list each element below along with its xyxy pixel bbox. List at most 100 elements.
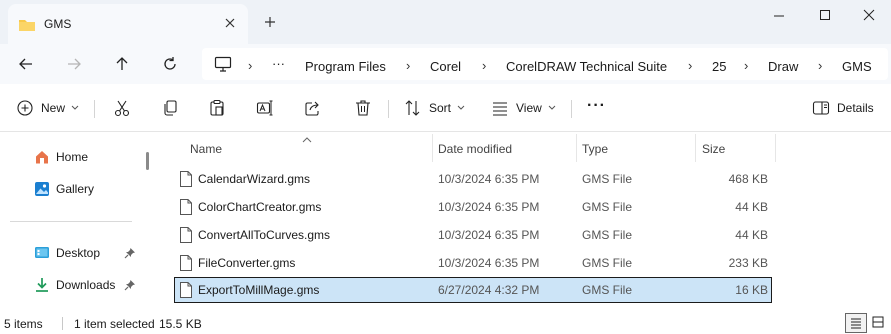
refresh-icon[interactable] bbox=[160, 54, 180, 74]
sidebar-item-downloads[interactable]: Downloads bbox=[0, 271, 140, 299]
command-bar: New Sort View ··· Details bbox=[0, 84, 891, 132]
breadcrumb-gms[interactable]: GMS bbox=[842, 59, 872, 74]
file-size: 44 KB bbox=[735, 228, 768, 242]
file-size: 233 KB bbox=[728, 256, 768, 270]
title-bar: GMS bbox=[0, 0, 891, 44]
new-tab-icon[interactable] bbox=[262, 14, 278, 30]
details-pane-icon bbox=[812, 99, 830, 117]
file-row[interactable]: ColorChartCreator.gms 10/3/2024 6:35 PM … bbox=[174, 194, 772, 220]
file-name: ExportToMillMage.gms bbox=[198, 283, 320, 297]
selection-count: 1 item selected bbox=[74, 317, 155, 331]
status-bar: 5 items 1 item selected 15.5 KB bbox=[0, 312, 891, 334]
chevron-down-icon bbox=[457, 105, 465, 111]
home-icon bbox=[34, 149, 50, 165]
sidebar-item-label: Gallery bbox=[56, 182, 95, 196]
back-icon[interactable] bbox=[16, 54, 36, 74]
column-header-date[interactable]: Date modified bbox=[438, 142, 512, 156]
cut-button[interactable] bbox=[113, 98, 131, 118]
file-name: ConvertAllToCurves.gms bbox=[198, 228, 331, 242]
plus-circle-icon bbox=[16, 99, 34, 117]
column-divider[interactable] bbox=[695, 134, 696, 162]
address-row: › ··· Program Files › Corel › CorelDRAW … bbox=[0, 44, 891, 84]
address-bar[interactable]: › ··· Program Files › Corel › CorelDRAW … bbox=[202, 48, 888, 80]
file-type: GMS File bbox=[582, 228, 633, 242]
file-row-selected[interactable]: ExportToMillMage.gms 6/27/2024 4:32 PM G… bbox=[174, 277, 772, 303]
sidebar-item-home[interactable]: Home bbox=[0, 143, 140, 171]
sort-icon bbox=[404, 99, 422, 117]
breadcrumb-corel[interactable]: Corel bbox=[430, 59, 461, 74]
file-type: GMS File bbox=[582, 200, 633, 214]
gallery-icon bbox=[34, 181, 50, 197]
toolbar-divider bbox=[94, 100, 95, 118]
file-size: 468 KB bbox=[728, 172, 768, 186]
file-list: Name Date modified Type Size CalendarWiz… bbox=[160, 132, 891, 312]
sort-label: Sort bbox=[429, 101, 452, 115]
monitor-icon[interactable] bbox=[214, 56, 232, 75]
share-button[interactable] bbox=[304, 98, 322, 118]
sidebar-item-label: Desktop bbox=[56, 246, 101, 260]
breadcrumb-overflow[interactable]: ··· bbox=[272, 56, 285, 71]
sidebar-item-label: Downloads bbox=[56, 278, 116, 292]
minimize-icon[interactable] bbox=[768, 6, 790, 26]
details-view-button[interactable] bbox=[845, 313, 867, 333]
file-icon bbox=[180, 171, 192, 190]
sidebar-divider bbox=[10, 221, 132, 222]
sidebar-scrollbar[interactable] bbox=[146, 152, 149, 170]
more-button[interactable]: ··· bbox=[587, 96, 606, 116]
breadcrumb-program-files[interactable]: Program Files bbox=[305, 59, 386, 74]
file-name: CalendarWizard.gms bbox=[198, 172, 311, 186]
file-row[interactable]: CalendarWizard.gms 10/3/2024 6:35 PM GMS… bbox=[174, 166, 772, 192]
pin-icon[interactable] bbox=[124, 247, 136, 262]
rename-icon bbox=[256, 99, 274, 117]
tiles-view-button[interactable] bbox=[868, 313, 890, 333]
file-row[interactable]: ConvertAllToCurves.gms 10/3/2024 6:35 PM… bbox=[174, 222, 772, 248]
breadcrumb-separator: › bbox=[248, 58, 253, 73]
close-window-icon[interactable] bbox=[858, 6, 880, 26]
file-date: 10/3/2024 6:35 PM bbox=[438, 200, 540, 214]
sort-button[interactable]: Sort bbox=[404, 98, 465, 118]
column-divider[interactable] bbox=[432, 134, 433, 162]
chevron-down-icon bbox=[71, 105, 79, 111]
copy-button[interactable] bbox=[161, 98, 179, 118]
file-name: FileConverter.gms bbox=[198, 256, 296, 270]
new-button[interactable]: New bbox=[16, 98, 79, 118]
new-label: New bbox=[41, 101, 66, 115]
breadcrumb-coreldraw-technical-suite[interactable]: CorelDRAW Technical Suite bbox=[506, 59, 667, 74]
breadcrumb-separator: › bbox=[688, 58, 693, 73]
column-header-name[interactable]: Name bbox=[190, 142, 222, 156]
paste-button[interactable] bbox=[208, 98, 226, 118]
up-icon[interactable] bbox=[112, 54, 132, 74]
selection-size: 15.5 KB bbox=[159, 317, 202, 331]
pin-icon[interactable] bbox=[124, 279, 136, 294]
column-header-size[interactable]: Size bbox=[702, 142, 725, 156]
view-label: View bbox=[516, 101, 542, 115]
sort-ascending-icon bbox=[302, 132, 312, 146]
file-icon bbox=[180, 199, 192, 218]
delete-icon bbox=[354, 99, 372, 117]
maximize-icon[interactable] bbox=[814, 6, 836, 26]
view-button[interactable]: View bbox=[491, 98, 556, 118]
toolbar-divider bbox=[388, 100, 389, 118]
column-header-type[interactable]: Type bbox=[582, 142, 608, 156]
delete-button[interactable] bbox=[354, 98, 372, 118]
breadcrumb-25[interactable]: 25 bbox=[712, 59, 726, 74]
details-label: Details bbox=[837, 101, 874, 115]
share-icon bbox=[304, 99, 322, 117]
column-divider[interactable] bbox=[576, 134, 577, 162]
sidebar-item-gallery[interactable]: Gallery bbox=[0, 175, 140, 203]
rename-button[interactable] bbox=[256, 98, 274, 118]
breadcrumb-separator: › bbox=[818, 58, 823, 73]
details-button[interactable]: Details bbox=[812, 98, 874, 118]
sidebar-item-desktop[interactable]: Desktop bbox=[0, 239, 140, 267]
forward-icon[interactable] bbox=[64, 54, 84, 74]
file-date: 10/3/2024 6:35 PM bbox=[438, 228, 540, 242]
file-date: 6/27/2024 4:32 PM bbox=[438, 283, 540, 297]
breadcrumb-draw[interactable]: Draw bbox=[768, 59, 798, 74]
close-tab-icon[interactable] bbox=[222, 15, 238, 31]
chevron-down-icon bbox=[548, 105, 556, 111]
column-headers: Name Date modified Type Size bbox=[160, 132, 891, 162]
column-divider[interactable] bbox=[775, 134, 776, 162]
cut-icon bbox=[113, 99, 131, 117]
tab-gms[interactable]: GMS bbox=[8, 4, 248, 44]
file-row[interactable]: FileConverter.gms 10/3/2024 6:35 PM GMS … bbox=[174, 250, 772, 276]
